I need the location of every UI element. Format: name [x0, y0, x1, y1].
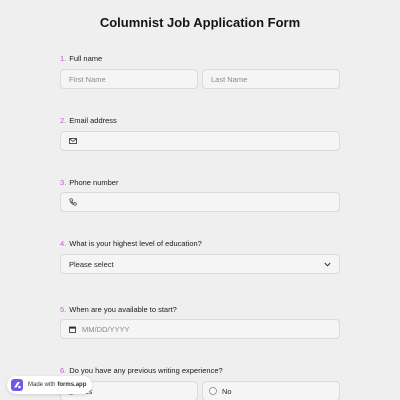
question-label-phone: 3. Phone number [60, 178, 118, 187]
badge-brand: forms.app [57, 382, 87, 388]
question-number: 4. [60, 239, 67, 248]
question-number: 3. [60, 178, 67, 187]
made-with-badge[interactable]: Made with forms.app [7, 376, 93, 394]
question-text: When are you available to start? [69, 305, 177, 314]
email-input[interactable] [60, 131, 340, 151]
radio-option-no[interactable]: No [202, 381, 340, 400]
envelope-icon [69, 138, 77, 144]
first-name-placeholder: First Name [69, 74, 106, 84]
calendar-icon [69, 326, 76, 333]
question-label-education: 4. What is your highest level of educatio… [60, 239, 202, 248]
first-name-input[interactable]: First Name [60, 69, 198, 89]
question-text: Do you have any previous writing experie… [69, 366, 223, 375]
radio-label: No [222, 386, 232, 396]
question-number: 5. [60, 305, 67, 314]
question-number: 6. [60, 366, 67, 375]
question-number: 1. [60, 54, 67, 63]
question-label-start-date: 5. When are you available to start? [60, 305, 177, 314]
education-select[interactable]: Please select [60, 254, 340, 274]
question-text: Full name [69, 54, 103, 63]
question-label-writing-experience: 6. Do you have any previous writing exper… [60, 366, 223, 375]
question-label-full-name: 1. Full name [60, 54, 102, 63]
badge-prefix: Made with [28, 382, 56, 388]
question-text: What is your highest level of education? [69, 239, 202, 248]
question-label-email: 2. Email address [60, 116, 117, 125]
form-title: Columnist Job Application Form [99, 15, 301, 30]
last-name-input[interactable]: Last Name [202, 69, 340, 89]
chevron-down-icon [324, 262, 331, 267]
date-placeholder: MM/DD/YYYY [82, 324, 130, 334]
question-number: 2. [60, 116, 67, 125]
forms-app-logo-icon [11, 379, 23, 391]
phone-input[interactable] [60, 192, 340, 212]
last-name-placeholder: Last Name [211, 74, 248, 84]
education-selected-value: Please select [69, 259, 114, 269]
start-date-input[interactable]: MM/DD/YYYY [60, 319, 340, 339]
radio-circle [209, 387, 217, 395]
question-text: Email address [69, 116, 117, 125]
question-text: Phone number [69, 178, 119, 187]
phone-icon [69, 198, 77, 206]
